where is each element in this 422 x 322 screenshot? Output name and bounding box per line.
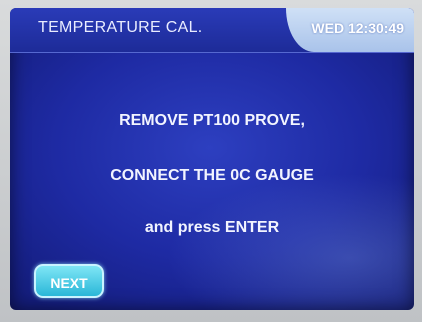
screen-title: TEMPERATURE CAL. (38, 19, 203, 36)
next-button[interactable]: NEXT (34, 264, 104, 298)
device-bezel: TEMPERATURE CAL. WED 12:30:49 REMOVE PT1… (0, 0, 422, 322)
header-bar: TEMPERATURE CAL. WED 12:30:49 (10, 8, 414, 53)
display-screen: TEMPERATURE CAL. WED 12:30:49 REMOVE PT1… (10, 8, 414, 310)
clock-tab: WED 12:30:49 (286, 8, 414, 52)
instruction-line-2: CONNECT THE 0C GAUGE (110, 167, 314, 184)
instruction-line-1: REMOVE PT100 PROVE, (119, 112, 305, 129)
instruction-line-3: and press ENTER (144, 219, 280, 236)
datetime-readout: WED 12:30:49 (311, 20, 404, 36)
